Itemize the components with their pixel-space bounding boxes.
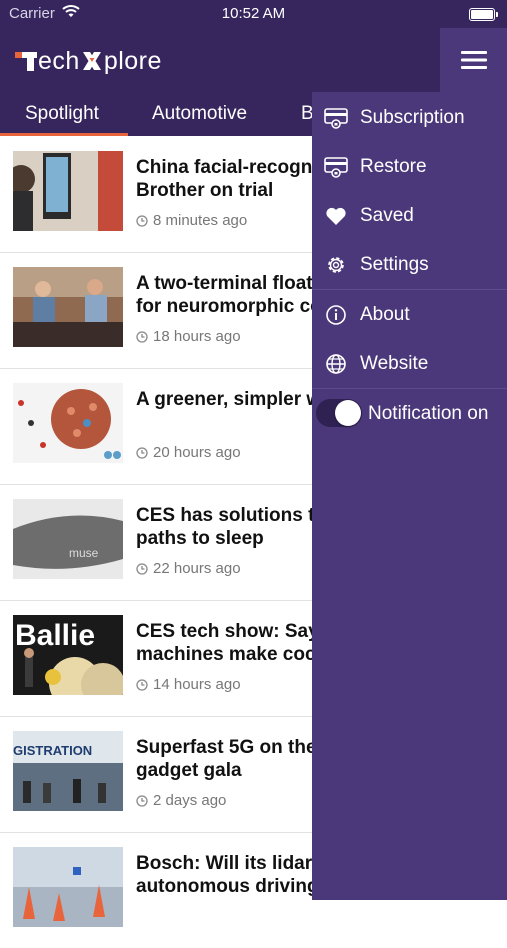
drawer-item-saved[interactable]: Saved	[312, 191, 507, 240]
article-timestamp: 8 minutes ago	[136, 212, 247, 229]
status-time: 10:52 AM	[221, 5, 286, 22]
tab-spotlight[interactable]: Spotlight	[25, 92, 99, 136]
thumb-text-ballie: Ballie	[15, 619, 95, 652]
logo-text-plore: plore	[103, 46, 162, 75]
clock-icon	[136, 214, 148, 227]
article-thumbnail	[13, 151, 123, 231]
drawer-item-about[interactable]: About	[312, 290, 507, 339]
globe-icon	[326, 353, 346, 374]
drawer-item-notification: Notification on	[312, 389, 507, 438]
article-thumbnail: GISTRATION	[13, 731, 123, 811]
logo-text-ech: ech	[38, 46, 80, 75]
article-thumbnail	[13, 383, 123, 463]
logo-t-mark-icon	[15, 52, 37, 71]
logo-x-mark-icon	[82, 52, 101, 70]
article-thumbnail: Ballie	[13, 615, 123, 695]
notification-label: Notification on	[368, 402, 489, 424]
drawer-item-settings[interactable]: Settings	[312, 240, 507, 289]
thumb-text-muse: muse	[69, 546, 99, 560]
notification-toggle[interactable]	[316, 399, 362, 427]
menu-button[interactable]	[440, 28, 507, 92]
article-timestamp: 14 hours ago	[136, 676, 241, 693]
gear-icon	[328, 256, 344, 273]
app-header: ech plore	[0, 28, 507, 92]
drawer-item-website[interactable]: Website	[312, 339, 507, 388]
status-bar: Carrier 10:52 AM	[0, 0, 507, 28]
info-icon	[326, 304, 346, 325]
hamburger-icon	[460, 51, 487, 69]
clock-icon	[136, 330, 148, 343]
side-drawer: Subscription Restore Saved Settings Abou…	[312, 92, 507, 900]
toggle-knob	[335, 400, 361, 426]
battery-icon	[469, 8, 498, 21]
article-thumbnail	[13, 847, 123, 927]
thumb-text-registration: GISTRATION	[13, 743, 92, 758]
article-thumbnail: muse	[13, 499, 123, 579]
clock-icon	[136, 678, 148, 691]
article-timestamp: 18 hours ago	[136, 328, 241, 345]
drawer-item-restore[interactable]: Restore	[312, 142, 507, 191]
drawer-label: Website	[360, 352, 429, 374]
techxplore-logo[interactable]: ech plore	[15, 46, 162, 76]
article-timestamp: 2 days ago	[136, 792, 226, 809]
drawer-item-subscription[interactable]: Subscription	[312, 93, 507, 142]
drawer-label: Settings	[360, 253, 429, 275]
clock-icon	[136, 794, 148, 807]
drawer-label: Subscription	[360, 106, 465, 128]
heart-icon	[326, 207, 346, 225]
clock-icon	[136, 446, 148, 459]
card-lock-icon	[324, 107, 348, 129]
drawer-label: About	[360, 303, 410, 325]
tab-automotive[interactable]: Automotive	[152, 92, 247, 136]
article-thumbnail	[13, 267, 123, 347]
clock-icon	[136, 562, 148, 575]
article-timestamp: 20 hours ago	[136, 444, 241, 461]
drawer-label: Saved	[360, 204, 414, 226]
article-timestamp: 22 hours ago	[136, 560, 241, 577]
card-lock-icon	[324, 156, 348, 178]
drawer-label: Restore	[360, 155, 427, 177]
